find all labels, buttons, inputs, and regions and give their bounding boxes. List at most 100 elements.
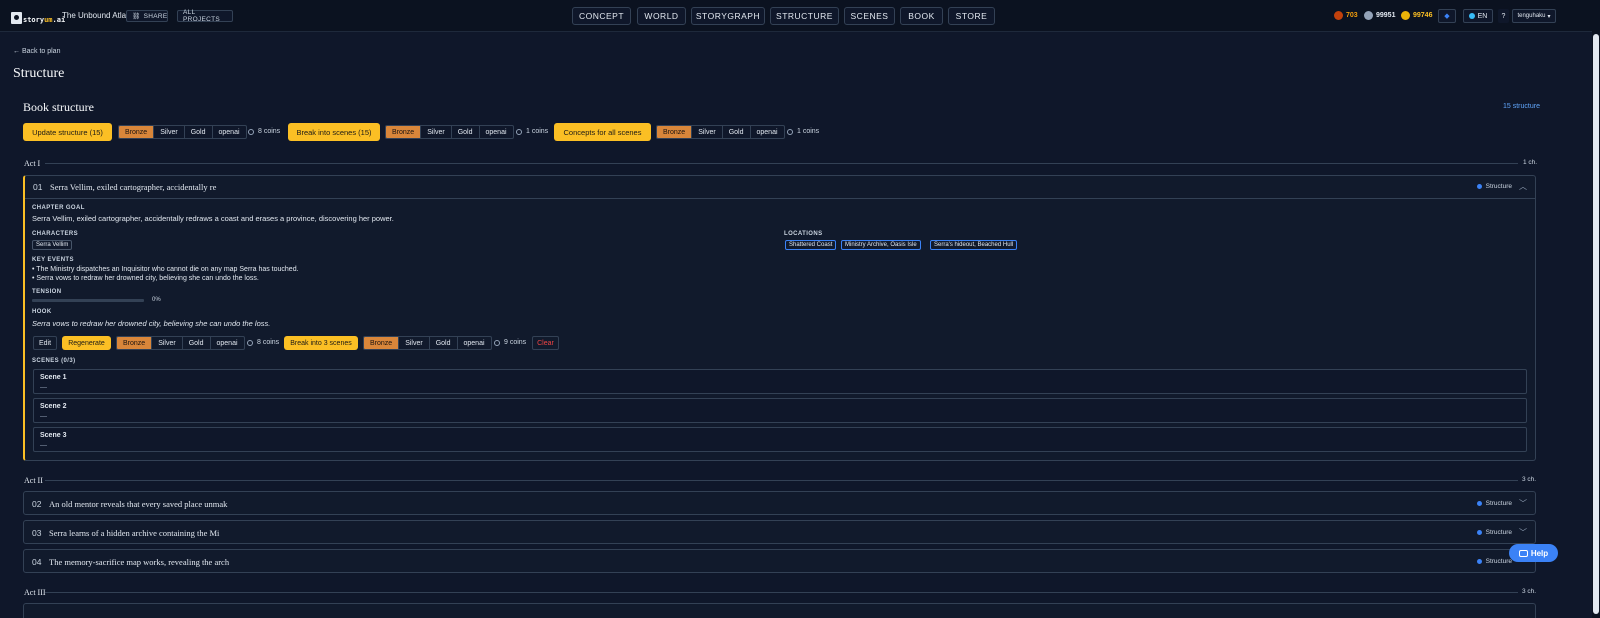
act-label: Act III (24, 588, 46, 597)
chapter-card[interactable]: 04 The memory-sacrifice map works, revea… (23, 549, 1536, 573)
nav-store[interactable]: STORE (948, 7, 995, 25)
scene-card[interactable]: Scene 3 — (33, 427, 1527, 452)
chat-icon (1518, 549, 1528, 557)
logo[interactable]: storyum.ai (11, 8, 65, 24)
edit-button[interactable]: Edit (33, 336, 57, 350)
scrollbar-thumb[interactable] (1593, 34, 1599, 614)
scene-card[interactable]: Scene 1 — (33, 369, 1527, 394)
cost-2: 1 coins (516, 128, 548, 135)
nav-storygraph[interactable]: STORYGRAPH (691, 7, 765, 25)
chapter-goal-label: CHAPTER GOAL (32, 205, 85, 211)
coin-icon (247, 339, 253, 346)
nav-structure[interactable]: STRUCTURE (770, 7, 839, 25)
tier-bronze[interactable]: Bronze (364, 337, 400, 349)
scene-desc: — (40, 384, 47, 391)
tier-bronze[interactable]: Bronze (657, 126, 693, 138)
key-event: • The Ministry dispatches an Inquisitor … (32, 266, 299, 273)
tier-silver[interactable]: Silver (399, 337, 430, 349)
tier-selector-3: Bronze Silver Gold openai (656, 125, 785, 139)
coin-icon (494, 339, 500, 346)
tier-gold[interactable]: Gold (452, 126, 480, 138)
back-to-plan-link[interactable]: ← Back to plan (13, 48, 60, 55)
all-projects-button[interactable]: ALL PROJECTS (177, 9, 233, 23)
key-event: • Serra vows to redraw her drowned city,… (32, 275, 259, 282)
clear-button[interactable]: Clear (532, 336, 559, 350)
scrollbar[interactable] (1592, 0, 1600, 618)
tier-gold[interactable]: Gold (183, 337, 211, 349)
nav-book[interactable]: BOOK (900, 7, 943, 25)
hook-label: HOOK (32, 309, 52, 315)
chevron-up-icon[interactable]: ︿ (1519, 181, 1527, 192)
scene-title: Scene 3 (40, 432, 67, 439)
update-structure-button[interactable]: Update structure (15) (23, 123, 112, 141)
bronze-balance: 703 (1334, 11, 1358, 20)
nav-scenes[interactable]: SCENES (844, 7, 895, 25)
tier-silver[interactable]: Silver (692, 126, 723, 138)
characters-label: CHARACTERS (32, 231, 78, 237)
logo-icon (11, 12, 22, 24)
tier-bronze[interactable]: Bronze (386, 126, 422, 138)
chevron-down-icon[interactable]: ﹀ (1519, 527, 1527, 538)
nav-world[interactable]: WORLD (637, 7, 686, 25)
gold-coin-icon (1401, 11, 1410, 20)
structure-count-link[interactable]: 15 structure (1503, 103, 1540, 110)
scene-desc: — (40, 413, 47, 420)
status-dot-icon (1476, 530, 1482, 535)
chevron-down-icon: ▾ (1547, 13, 1551, 20)
tier-gold[interactable]: Gold (723, 126, 751, 138)
chapter-title: An old mentor reveals that every saved p… (49, 499, 228, 509)
chapter-header[interactable]: 01 Serra Vellim, exiled cartographer, ac… (25, 176, 1535, 198)
gold-balance: 99746 (1401, 11, 1432, 20)
cost-3: 1 coins (787, 128, 819, 135)
tier-silver[interactable]: Silver (421, 126, 452, 138)
link-icon: ⛓ (132, 13, 141, 20)
scene-card[interactable]: Scene 2 — (33, 398, 1527, 423)
tier-silver[interactable]: Silver (152, 337, 183, 349)
share-button[interactable]: ⛓ SHARE (126, 10, 168, 22)
tier-openai[interactable]: openai (211, 337, 244, 349)
chapter-number: 04 (32, 557, 42, 567)
status-badge: Structure (1476, 500, 1512, 507)
tier-openai[interactable]: openai (751, 126, 784, 138)
diamond-button[interactable]: ◆ (1438, 9, 1456, 23)
help-button[interactable]: Help (1509, 544, 1558, 562)
language-button[interactable]: EN (1463, 9, 1493, 23)
tier-bronze[interactable]: Bronze (117, 337, 153, 349)
coin-icon (787, 128, 793, 135)
concepts-for-all-scenes-button[interactable]: Concepts for all scenes (554, 123, 651, 141)
chapter-card[interactable]: 03 Serra learns of a hidden archive cont… (23, 520, 1536, 544)
tier-openai[interactable]: openai (213, 126, 246, 138)
act-label: Act I (24, 159, 41, 168)
location-tag: Shattered Coast (785, 240, 837, 250)
tier-openai[interactable]: openai (480, 126, 513, 138)
section-title: Book structure (23, 100, 94, 114)
tier-bronze[interactable]: Bronze (119, 126, 155, 138)
status-badge: Structure (1476, 558, 1512, 565)
regen-cost: 8 coins (247, 339, 279, 346)
regenerate-button[interactable]: Regenerate (62, 336, 111, 350)
key-events-label: KEY EVENTS (32, 257, 74, 263)
diamond-icon: ◆ (1444, 13, 1450, 20)
break-into-scenes-button[interactable]: Break into scenes (15) (288, 123, 380, 141)
tier-gold[interactable]: Gold (185, 126, 213, 138)
act-label: Act II (24, 476, 43, 485)
chapter-number: 02 (32, 499, 42, 509)
tension-bar (32, 299, 144, 302)
user-menu[interactable]: tenguhaku ▾ (1512, 9, 1556, 23)
cost-1: 8 coins (248, 128, 280, 135)
help-question-button[interactable]: ? (1498, 9, 1509, 23)
nav-concept[interactable]: CONCEPT (572, 7, 631, 25)
hook-text: Serra vows to redraw her drowned city, b… (32, 319, 271, 328)
chapter-card[interactable] (23, 603, 1536, 618)
break-into-3-scenes-button[interactable]: Break into 3 scenes (284, 336, 358, 350)
chapter-card[interactable]: 02 An old mentor reveals that every save… (23, 491, 1536, 515)
act-divider (45, 480, 1518, 481)
coin-icon (516, 128, 522, 135)
status-dot-icon (1476, 559, 1482, 564)
tier-gold[interactable]: Gold (430, 337, 458, 349)
tier-silver[interactable]: Silver (154, 126, 185, 138)
tier-openai[interactable]: openai (458, 337, 491, 349)
scene-title: Scene 2 (40, 403, 67, 410)
chevron-down-icon[interactable]: ﹀ (1519, 498, 1527, 509)
act-divider (45, 592, 1518, 593)
